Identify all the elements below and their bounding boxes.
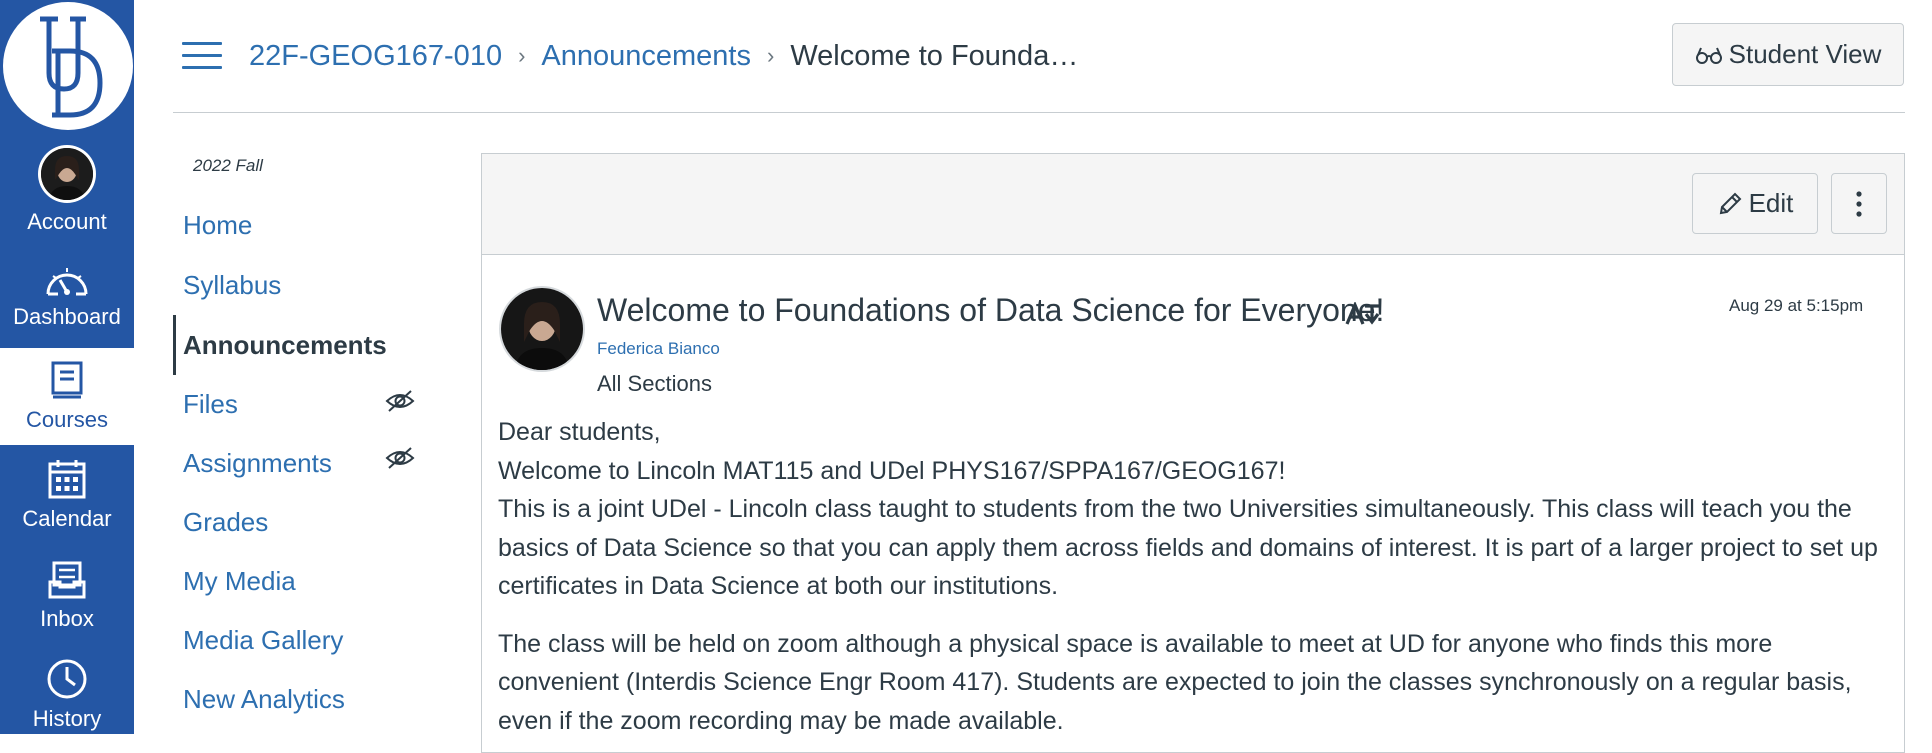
eye-slash-icon [385,390,415,412]
active-nav-indicator [173,315,176,375]
immersive-reader-icon [1345,302,1380,325]
university-logo[interactable] [3,2,133,130]
course-nav-media-gallery[interactable]: Media Gallery [183,625,343,656]
chevron-right-icon: › [518,43,526,68]
global-nav-label: Dashboard [13,304,121,329]
announcement-sections: All Sections [597,371,712,396]
global-nav-label: Account [27,209,107,234]
announcement-title: Welcome to Foundations of Data Science f… [597,292,1385,328]
inbox-icon [48,561,86,599]
body-paragraph: Dear students, [498,418,661,446]
account-avatar [38,145,96,203]
global-nav-courses[interactable]: Courses [0,348,134,445]
course-nav-assignments[interactable]: Assignments [183,448,332,479]
body-paragraph: Welcome to Lincoln MAT115 and UDel PHYS1… [498,456,1286,485]
global-nav-label: Courses [26,406,108,432]
author-avatar[interactable] [499,286,585,372]
global-nav-label: Calendar [22,506,112,531]
student-view-label: Student View [1728,39,1882,69]
calendar-icon [48,460,86,499]
breadcrumb-course-link[interactable]: 22F-GEOG167-010 [249,40,502,73]
edit-button[interactable]: Edit [1692,173,1818,234]
course-nav-my-media[interactable]: My Media [183,566,296,597]
global-nav-history[interactable]: History [0,658,134,732]
global-nav-label: History [32,706,102,731]
speedometer-icon [46,268,88,296]
global-nav-label: Inbox [40,606,94,631]
breadcrumb-announcements-link[interactable]: Announcements [541,40,751,73]
person-photo-icon [41,148,93,200]
header-divider [173,112,1905,113]
book-icon [51,361,83,398]
global-nav-dashboard[interactable]: Dashboard [0,262,134,330]
breadcrumb-current-page: Welcome to Founda… [790,39,1079,72]
chevron-right-icon: › [767,43,775,68]
glasses-icon [1695,47,1722,64]
more-options-button[interactable] [1831,173,1887,234]
person-photo-icon [501,288,583,370]
announcement-toolbar: Edit [482,154,1904,255]
student-view-button[interactable]: Student View [1672,23,1904,86]
edit-label: Edit [1748,188,1794,218]
body-paragraph: This is a joint UDel - Lincoln class tau… [498,495,1878,600]
term-label: 2022 Fall [193,156,263,175]
kebab-menu-icon [1856,190,1862,217]
clock-icon [47,659,87,699]
course-nav-files[interactable]: Files [183,389,238,420]
ud-logo-icon [40,16,103,118]
course-nav-syllabus[interactable]: Syllabus [183,270,281,301]
global-nav: Account Dashboard Courses Calendar Inbox… [0,0,134,734]
body-paragraph: The class will be held on zoom although … [498,629,1852,735]
global-nav-inbox[interactable]: Inbox [0,560,134,632]
global-nav-account[interactable]: Account [0,145,134,235]
course-nav-announcements[interactable]: Announcements [183,330,387,361]
breadcrumb: 22F-GEOG167-010 › Announcements › Welcom… [249,34,1078,78]
global-nav-calendar[interactable]: Calendar [0,458,134,532]
course-menu-toggle-button[interactable] [182,40,222,72]
course-nav-home[interactable]: Home [183,210,252,241]
pencil-icon [1719,192,1742,214]
course-nav-new-analytics[interactable]: New Analytics [183,684,345,715]
announcement-body: Dear students, Welcome to Lincoln MAT115… [498,413,1878,740]
announcement-date: Aug 29 at 5:15pm [1729,296,1864,315]
eye-slash-icon [385,447,415,469]
course-nav-grades[interactable]: Grades [183,507,268,538]
announcement-author-link[interactable]: Federica Bianco [597,339,720,359]
